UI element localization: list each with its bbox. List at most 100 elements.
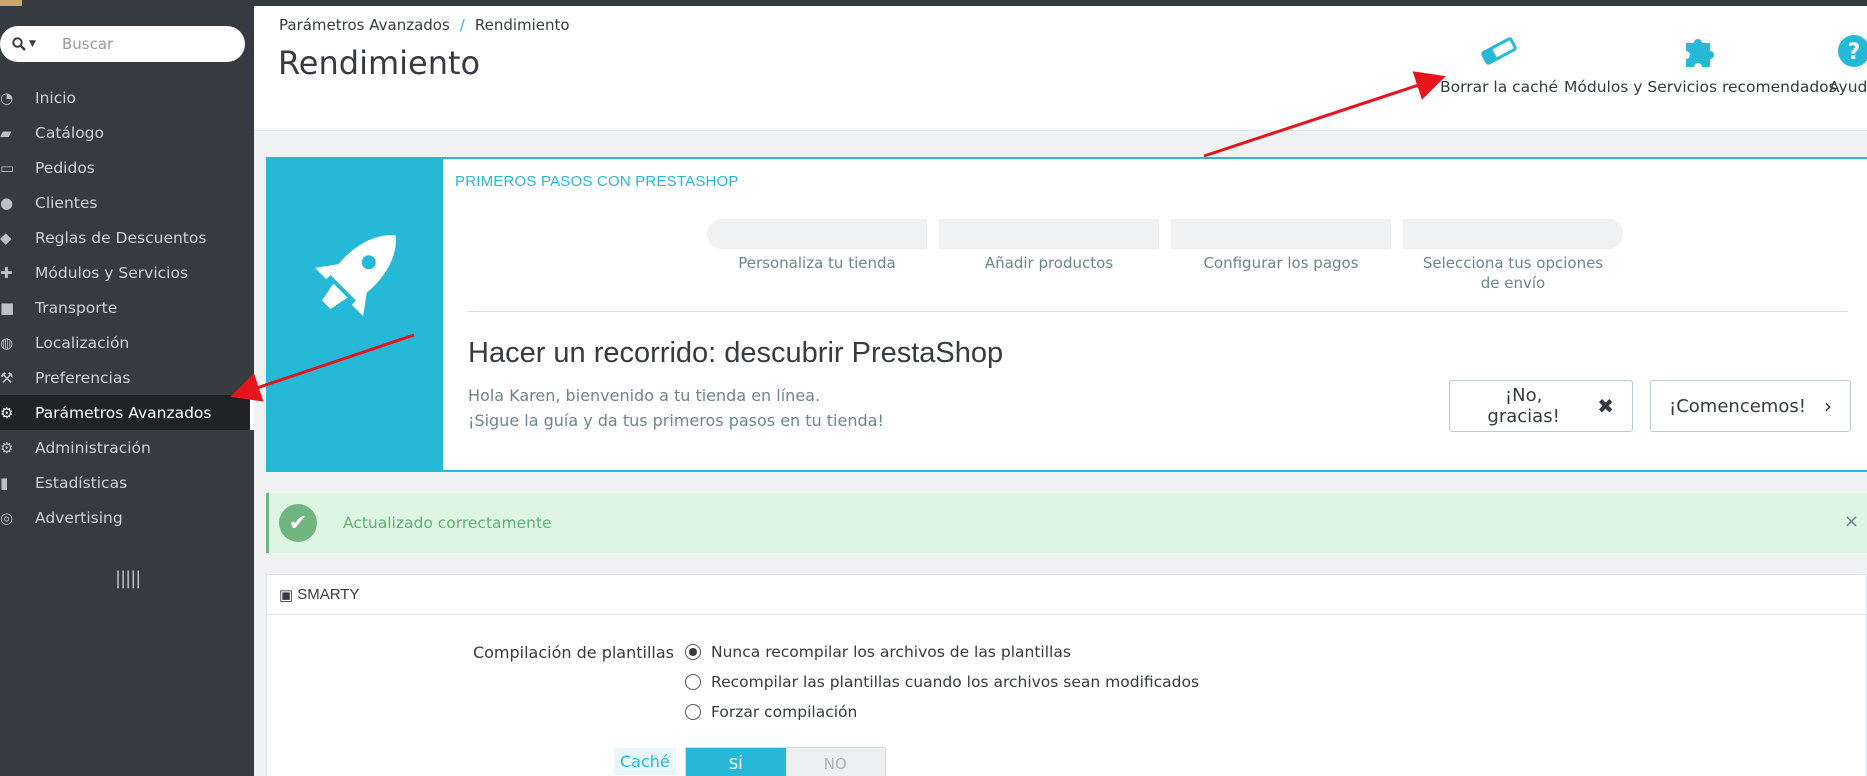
- sidebar-item-administracion[interactable]: ⚙ Administración: [0, 430, 254, 465]
- recommended-modules-label: Módulos y Servicios recomendados: [1564, 78, 1837, 96]
- radio-button[interactable]: [685, 704, 701, 720]
- bullseye-icon: ◎: [0, 508, 14, 527]
- sidebar-item-label: Advertising: [35, 508, 123, 527]
- alert-close-button[interactable]: ×: [1844, 511, 1859, 532]
- check-icon: ✔: [279, 504, 317, 542]
- step-label: Añadir productos: [984, 254, 1114, 272]
- no-thanks-button[interactable]: ¡No, gracias! ✖: [1449, 380, 1633, 432]
- dashboard-icon: ◔: [0, 88, 14, 107]
- help-icon: ?: [1837, 32, 1867, 70]
- sidebar-item-catalogo[interactable]: ▰ Catálogo: [0, 115, 254, 150]
- globe-icon: ◍: [0, 333, 14, 352]
- puzzle-icon: [1682, 32, 1718, 70]
- sidebar-item-label: Parámetros Avanzados: [35, 403, 212, 422]
- puzzle-icon: ✚: [0, 263, 13, 282]
- cache-toggle-no[interactable]: NO: [785, 748, 885, 776]
- radio-button[interactable]: [685, 674, 701, 690]
- sidebar-item-label: Pedidos: [35, 158, 95, 177]
- book-icon: ▰: [0, 123, 12, 142]
- gear-icon: ⚙: [0, 438, 14, 457]
- search-icon[interactable]: ▼: [0, 37, 48, 51]
- sidebar-item-transporte[interactable]: ■ Transporte: [0, 290, 254, 325]
- sidebar-item-label: Estadísticas: [35, 473, 128, 492]
- bar-chart-icon: ▮: [0, 473, 9, 492]
- sidebar-item-advertising[interactable]: ◎ Advertising: [0, 500, 254, 535]
- cache-toggle-yes[interactable]: SÍ: [686, 748, 786, 776]
- alert-text: Actualizado correctamente: [343, 514, 552, 532]
- sidebar: ▼ ◔ Inicio ▰ Catálogo ▭ Pedidos ● Clientes ◆…: [0, 6, 254, 776]
- radio-label: Recompilar las plantillas cuando los arc…: [711, 673, 1200, 691]
- help-label: Ayuda: [1829, 78, 1867, 96]
- success-alert: ✔ Actualizado correctamente ×: [266, 493, 1867, 553]
- clear-cache-button[interactable]: Borrar la caché: [1440, 32, 1558, 96]
- sidebar-nav: ◔ Inicio ▰ Catálogo ▭ Pedidos ● Clientes ◆ Re…: [0, 80, 254, 535]
- eraser-icon: [1479, 32, 1519, 70]
- cogs-icon: ⚙: [0, 403, 14, 422]
- radio-never-recompile[interactable]: Nunca recompilar los archivos de las pla…: [685, 643, 1071, 661]
- sidebar-item-estadisticas[interactable]: ▮ Estadísticas: [0, 465, 254, 500]
- sidebar-item-label: Catálogo: [35, 123, 105, 142]
- sidebar-item-clientes[interactable]: ● Clientes: [0, 185, 254, 220]
- sidebar-item-descuentos[interactable]: ◆ Reglas de Descuentos: [0, 220, 254, 255]
- tags-icon: ◆: [0, 228, 12, 247]
- close-icon: ✖: [1597, 394, 1614, 418]
- panel-heading: ▣ SMARTY: [267, 575, 1866, 615]
- rocket-panel: [266, 159, 443, 470]
- smarty-panel: ▣ SMARTY Compilación de plantillas Nunca…: [266, 574, 1867, 776]
- briefcase-icon: ▣: [279, 586, 294, 604]
- step-progress-bar: [1171, 219, 1391, 249]
- recommended-modules-button[interactable]: Módulos y Servicios recomendados: [1564, 32, 1837, 96]
- sidebar-item-label: Administración: [35, 438, 151, 457]
- sidebar-item-preferencias[interactable]: ⚒ Preferencias: [0, 360, 254, 395]
- step-progress-bar: [707, 219, 927, 249]
- radio-force-compile[interactable]: Forzar compilación: [685, 703, 857, 721]
- onboarding-step[interactable]: Selecciona tus opciones de envío: [1397, 219, 1629, 293]
- breadcrumb-separator: /: [459, 16, 465, 34]
- onboarding-step[interactable]: Personaliza tu tienda: [701, 219, 933, 293]
- sidebar-item-label: Clientes: [35, 193, 98, 212]
- cache-toggle[interactable]: SÍ NO: [685, 747, 886, 776]
- sidebar-item-label: Transporte: [35, 298, 118, 317]
- users-icon: ●: [0, 193, 14, 212]
- step-label: Configurar los pagos: [1203, 254, 1359, 272]
- sidebar-item-localizacion[interactable]: ◍ Localización: [0, 325, 254, 360]
- template-compilation-label: Compilación de plantillas: [472, 643, 674, 662]
- onboarding-step[interactable]: Configurar los pagos: [1165, 219, 1397, 293]
- radio-button-selected[interactable]: [685, 644, 701, 660]
- start-tour-button[interactable]: ¡Comencemos! ›: [1650, 380, 1851, 432]
- search-box[interactable]: ▼: [0, 26, 245, 62]
- sidebar-item-pedidos[interactable]: ▭ Pedidos: [0, 150, 254, 185]
- onboarding-line-1: Hola Karen, bienvenido a tu tienda en lí…: [468, 386, 821, 405]
- step-progress-bar: [939, 219, 1159, 249]
- collapse-sidebar-icon[interactable]: |||||: [115, 568, 141, 589]
- onboarding-panel: PRIMEROS PASOS CON PRESTASHOP Personaliz…: [266, 157, 1867, 472]
- rocket-icon: [314, 235, 396, 317]
- credit-card-icon: ▭: [0, 158, 15, 177]
- breadcrumb-item-current: Rendimiento: [474, 16, 570, 34]
- sidebar-item-modulos[interactable]: ✚ Módulos y Servicios: [0, 255, 254, 290]
- onboarding-steps: Personaliza tu tienda Añadir productos C…: [701, 219, 1629, 293]
- cache-label: Caché: [614, 748, 676, 775]
- onboarding-description: Hola Karen, bienvenido a tu tienda en lí…: [468, 383, 884, 433]
- search-input[interactable]: [62, 35, 242, 53]
- sidebar-item-label: Reglas de Descuentos: [35, 228, 207, 247]
- onboarding-line-2: ¡Sigue la guía y da tus primeros pasos e…: [468, 411, 884, 430]
- sidebar-item-parametros-avanzados[interactable]: ⚙ Parámetros Avanzados: [0, 395, 254, 430]
- no-thanks-label: ¡No, gracias!: [1487, 385, 1560, 427]
- page-title: Rendimiento: [278, 44, 481, 82]
- sidebar-item-label: Localización: [35, 333, 130, 352]
- help-button[interactable]: ? Ayuda: [1829, 32, 1867, 96]
- sidebar-item-label: Inicio: [35, 88, 77, 107]
- onboarding-title: Hacer un recorrido: descubrir PrestaShop: [468, 337, 1004, 369]
- wrench-icon: ⚒: [0, 368, 14, 387]
- truck-icon: ■: [0, 298, 15, 317]
- sidebar-item-inicio[interactable]: ◔ Inicio: [0, 80, 254, 115]
- radio-label: Forzar compilación: [711, 703, 858, 721]
- chevron-down-icon: ▼: [29, 39, 36, 49]
- radio-recompile-modified[interactable]: Recompilar las plantillas cuando los arc…: [685, 673, 1199, 691]
- radio-label: Nunca recompilar los archivos de las pla…: [711, 643, 1071, 661]
- breadcrumb-item-parent[interactable]: Parámetros Avanzados: [279, 16, 450, 34]
- onboarding-step[interactable]: Añadir productos: [933, 219, 1165, 293]
- step-progress-bar: [1403, 219, 1623, 249]
- svg-text:?: ?: [1848, 40, 1861, 65]
